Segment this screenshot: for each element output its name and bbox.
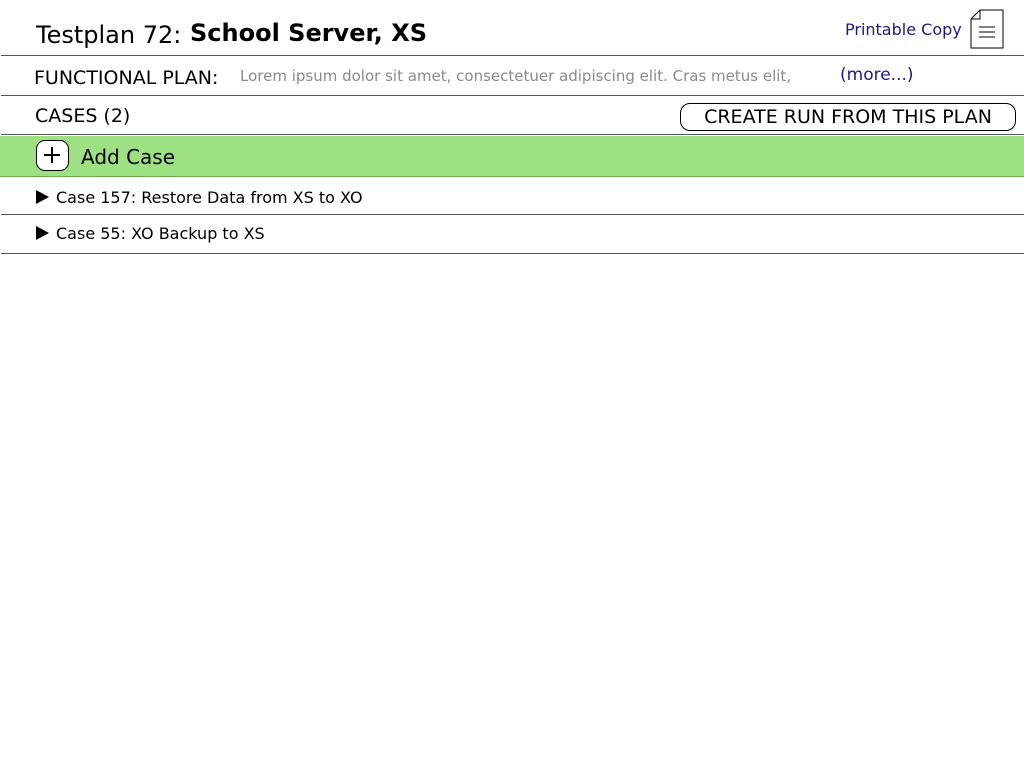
cases-header-row: CASES (2) CREATE RUN FROM THIS PLAN	[0, 96, 1024, 135]
case-item-label: Case 157: Restore Data from XS to XO	[56, 188, 363, 207]
printable-copy-link[interactable]: Printable Copy	[845, 20, 962, 40]
add-case-button[interactable]: Add Case	[0, 136, 1024, 177]
create-run-button[interactable]: CREATE RUN FROM THIS PLAN	[680, 103, 1016, 131]
page-title: School Server, XS	[190, 19, 428, 47]
page-header: Testplan 72: School Server, XS Printable…	[0, 0, 1024, 56]
divider	[1, 253, 1024, 254]
expand-triangle-icon[interactable]	[36, 190, 49, 204]
functional-plan-label: FUNCTIONAL PLAN:	[34, 67, 219, 89]
expand-triangle-icon[interactable]	[36, 226, 49, 240]
testplan-page: Testplan 72: School Server, XS Printable…	[0, 0, 1024, 768]
document-icon[interactable]	[970, 9, 1004, 49]
plus-icon[interactable]	[36, 140, 69, 171]
functional-plan-row: FUNCTIONAL PLAN: Lorem ipsum dolor sit a…	[0, 56, 1024, 96]
case-item-label: Case 55: XO Backup to XS	[56, 224, 265, 243]
divider	[1, 134, 1024, 135]
add-case-label: Add Case	[81, 145, 176, 169]
functional-plan-text: Lorem ipsum dolor sit amet, consectetuer…	[240, 67, 792, 85]
page-title-prefix: Testplan 72:	[36, 21, 182, 49]
case-list-item[interactable]: Case 157: Restore Data from XS to XO	[0, 179, 1024, 215]
cases-count-label: CASES (2)	[35, 105, 131, 127]
case-list-item[interactable]: Case 55: XO Backup to XS	[0, 215, 1024, 251]
more-link[interactable]: (more...)	[840, 65, 914, 85]
